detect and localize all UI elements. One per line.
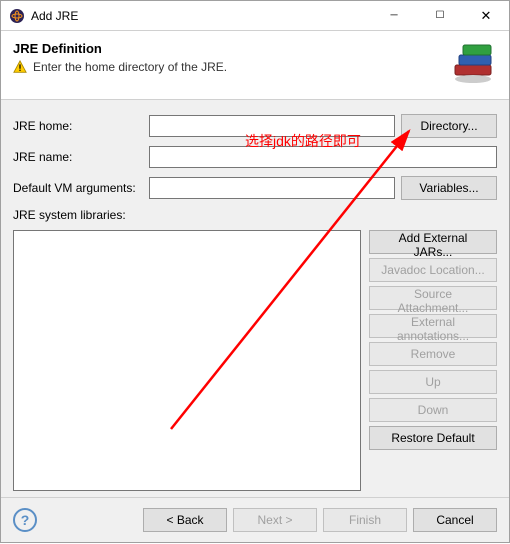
restore-default-button[interactable]: Restore Default (369, 426, 497, 450)
finish-button: Finish (323, 508, 407, 532)
dialog-window: Add JRE ─ ☐ ✕ JRE Definition Enter the h… (0, 0, 510, 543)
footer: ? < Back Next > Finish Cancel (1, 497, 509, 542)
jre-home-label: JRE home: (13, 119, 143, 133)
close-button[interactable]: ✕ (463, 1, 509, 31)
minimize-button[interactable]: ─ (371, 1, 417, 31)
vm-args-label: Default VM arguments: (13, 181, 143, 195)
warning-icon (13, 60, 27, 74)
jre-home-input[interactable] (149, 115, 395, 137)
cancel-button[interactable]: Cancel (413, 508, 497, 532)
remove-button: Remove (369, 342, 497, 366)
header-title: JRE Definition (13, 41, 449, 56)
header-message: Enter the home directory of the JRE. (33, 60, 227, 74)
help-button[interactable]: ? (13, 508, 37, 532)
books-icon (449, 41, 497, 89)
source-attachment-button: Source Attachment... (369, 286, 497, 310)
external-annotations-button: External annotations... (369, 314, 497, 338)
window-title: Add JRE (31, 9, 371, 23)
next-button: Next > (233, 508, 317, 532)
libs-label: JRE system libraries: (13, 208, 126, 222)
dialog-body: JRE home: Directory... JRE name: Default… (1, 100, 509, 497)
add-external-jars-button[interactable]: Add External JARs... (369, 230, 497, 254)
variables-button[interactable]: Variables... (401, 176, 497, 200)
vm-args-input[interactable] (149, 177, 395, 199)
maximize-button[interactable]: ☐ (417, 1, 463, 31)
header-banner: JRE Definition Enter the home directory … (1, 31, 509, 100)
jre-name-input[interactable] (149, 146, 497, 168)
library-buttons: Add External JARs... Javadoc Location...… (369, 230, 497, 491)
javadoc-location-button: Javadoc Location... (369, 258, 497, 282)
system-libraries-list[interactable] (13, 230, 361, 491)
back-button[interactable]: < Back (143, 508, 227, 532)
directory-button[interactable]: Directory... (401, 114, 497, 138)
jre-name-label: JRE name: (13, 150, 143, 164)
titlebar: Add JRE ─ ☐ ✕ (1, 1, 509, 31)
down-button: Down (369, 398, 497, 422)
eclipse-icon (9, 8, 25, 24)
up-button: Up (369, 370, 497, 394)
